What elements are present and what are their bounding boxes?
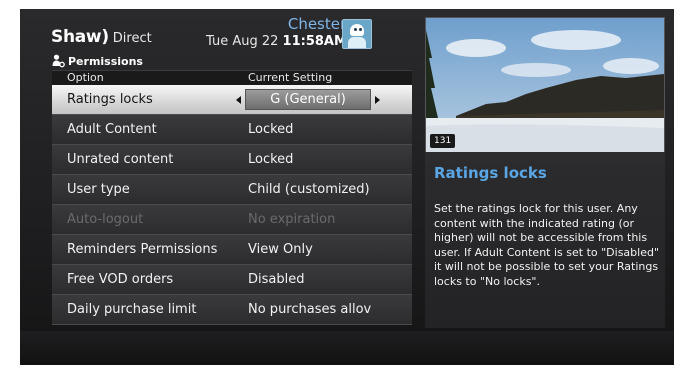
row-option-label: Reminders Permissions [67,242,218,257]
avatar-body [348,37,366,48]
bottom-bar [20,331,674,365]
time-text: 11:58AM [282,34,347,49]
permissions-list: Ratings locks G (General) Adult Content … [52,85,412,325]
section-title-label: Permissions [68,54,143,68]
row-option-label: Daily purchase limit [67,302,197,317]
table-header [52,70,412,86]
row-ratings-locks[interactable]: Ratings locks G (General) [52,85,412,115]
channel-preview[interactable]: 131 [425,17,665,153]
info-title: Ratings locks [434,164,547,182]
row-setting-value: No purchases allov [248,302,372,317]
column-header-option: Option [67,71,104,84]
row-setting-value: No expiration [248,212,336,227]
ratings-value: G (General) [245,89,371,110]
row-reminders-permissions[interactable]: Reminders Permissions View Only [52,235,412,265]
row-free-vod-orders[interactable]: Free VOD orders Disabled [52,265,412,295]
arrow-left-icon[interactable] [236,95,241,104]
date-text: Tue Aug 22 [206,34,279,49]
row-adult-content[interactable]: Adult Content Locked [52,115,412,145]
info-panel: Ratings locks Set the ratings lock for t… [425,152,665,328]
row-setting-value: Locked [248,122,294,137]
row-option-label: Auto-logout [67,212,144,227]
tv-screen: Shaw) Direct Chester Tue Aug 22 11:58AM … [20,9,674,365]
row-option-label: Adult Content [67,122,157,137]
row-option-label: Unrated content [67,152,174,167]
row-option-label: User type [67,182,130,197]
user-avatar[interactable] [342,19,372,49]
row-setting-value: Disabled [248,272,305,287]
avatar-eye-left [354,28,357,31]
row-setting-value: Locked [248,152,294,167]
logo-brand: Shaw) [51,27,109,47]
preview-image [426,18,664,152]
logo-suffix: Direct [112,31,152,46]
channel-number: 131 [430,134,456,148]
clock: Tue Aug 22 11:58AM [206,34,347,49]
row-user-type[interactable]: User type Child (customized) [52,175,412,205]
user-key-icon [52,54,65,68]
row-daily-purchase-limit[interactable]: Daily purchase limit No purchases allov [52,295,412,325]
ratings-selector[interactable]: G (General) [236,89,380,110]
row-setting-value: Child (customized) [248,182,370,197]
row-option-label: Ratings locks [67,92,153,107]
section-title: Permissions [52,54,143,68]
row-setting-value: View Only [248,242,313,257]
arrow-right-icon[interactable] [375,95,380,104]
avatar-eye-right [359,28,362,31]
column-header-setting: Current Setting [248,71,333,84]
row-unrated-content[interactable]: Unrated content Locked [52,145,412,175]
row-option-label: Free VOD orders [67,272,174,287]
info-description: Set the ratings lock for this user. Any … [434,202,660,288]
shaw-direct-logo: Shaw) Direct [51,27,152,47]
row-auto-logout: Auto-logout No expiration [52,205,412,235]
